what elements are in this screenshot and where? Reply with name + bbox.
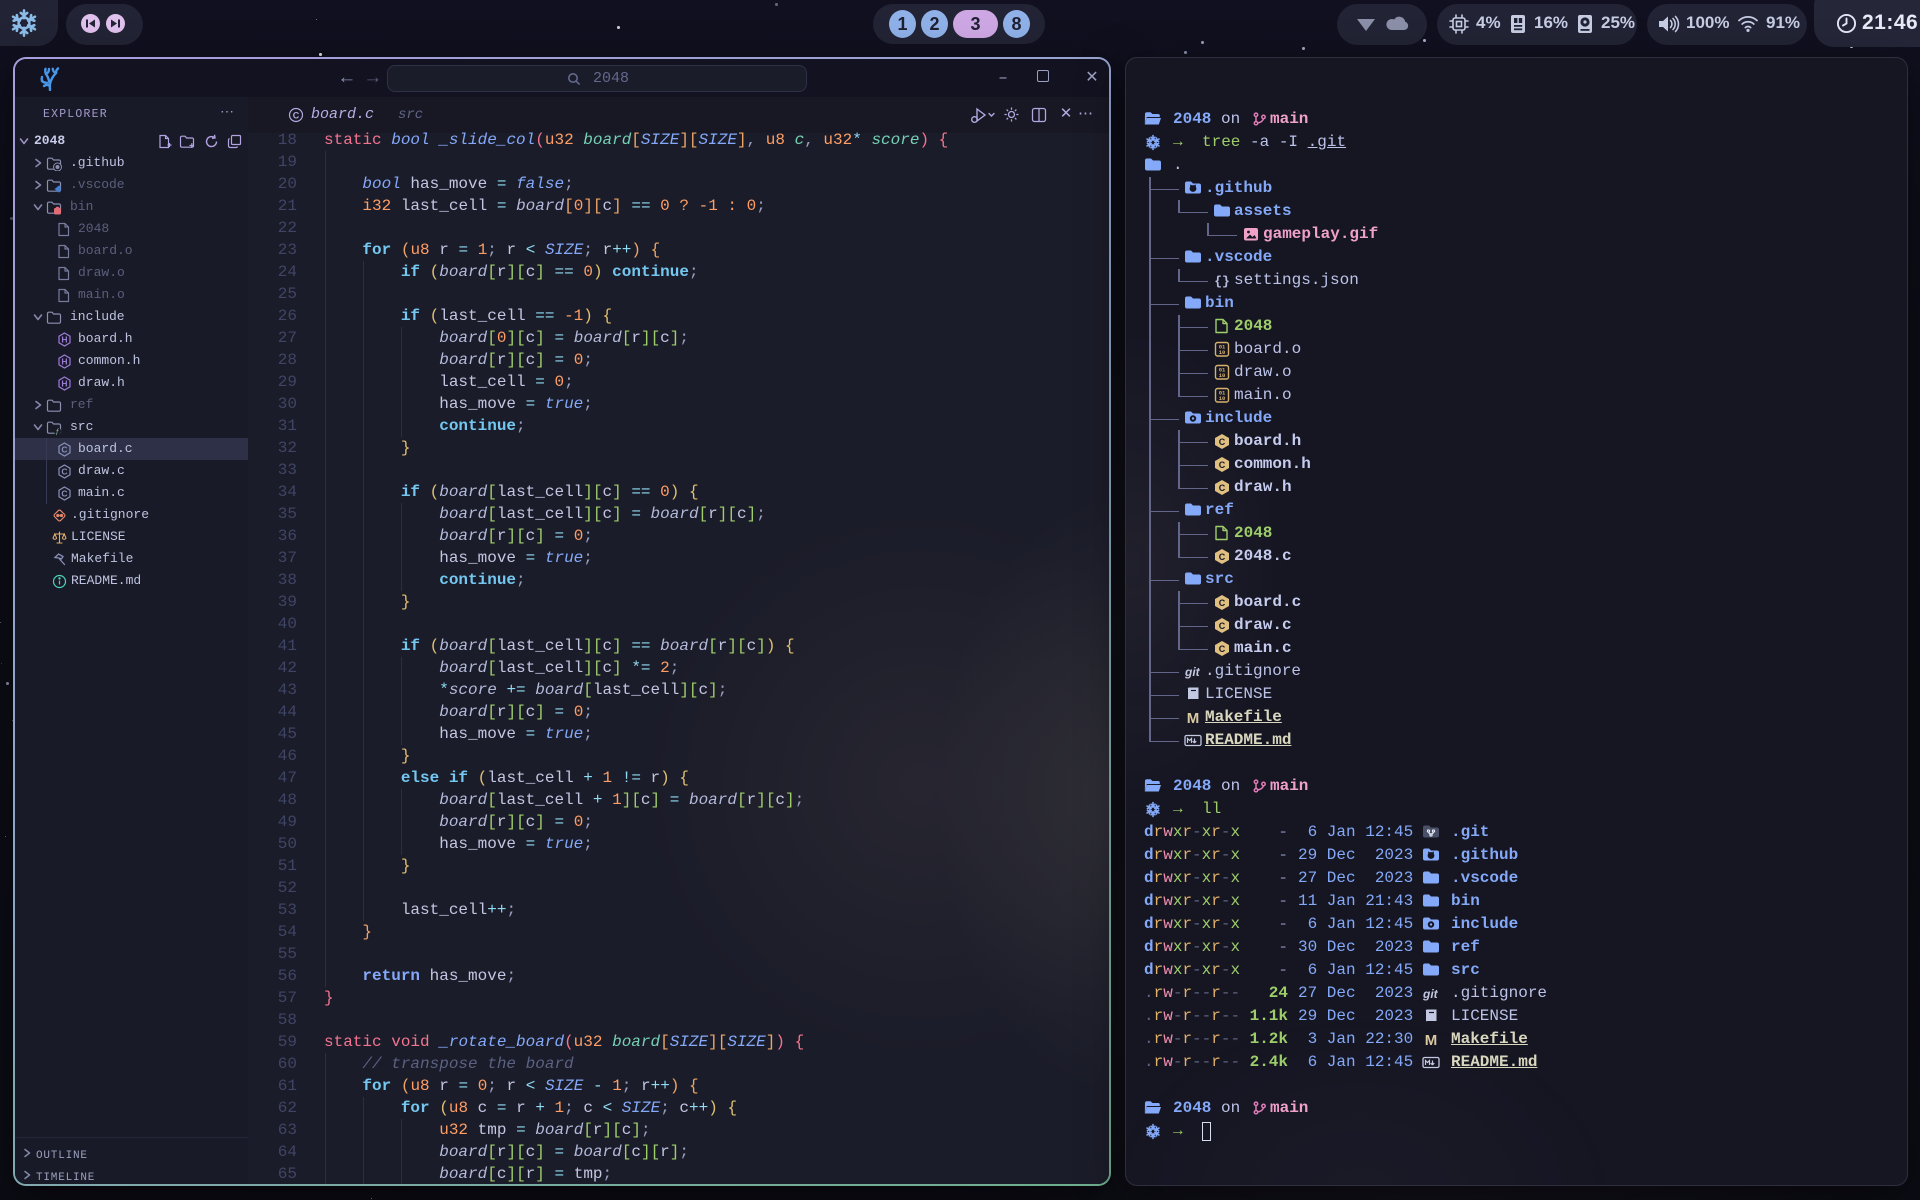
svg-text:M: M: [1187, 710, 1200, 725]
svg-text:C: C: [61, 467, 67, 477]
svg-text:H: H: [61, 357, 67, 367]
svg-text:10: 10: [1219, 372, 1226, 379]
svg-text:C: C: [1219, 483, 1226, 493]
svg-text:ƒ: ƒ: [55, 429, 59, 435]
svg-text:H: H: [61, 335, 67, 345]
svg-text:H: H: [61, 379, 67, 389]
svg-text:{}: {}: [1214, 274, 1230, 288]
svg-text:C: C: [1219, 644, 1226, 654]
svg-text:C: C: [1219, 460, 1226, 470]
svg-text:git: git: [1184, 665, 1201, 679]
svg-text:C: C: [1219, 598, 1226, 608]
svg-text:C: C: [61, 445, 67, 455]
svg-text:M: M: [1425, 1032, 1438, 1047]
svg-text:C: C: [293, 111, 300, 121]
svg-text:C: C: [1219, 437, 1226, 447]
svg-text:git: git: [1422, 987, 1439, 1001]
svg-text:10: 10: [1219, 395, 1226, 402]
svg-text:10: 10: [1219, 349, 1226, 356]
svg-text:C: C: [1219, 552, 1226, 562]
svg-text:C: C: [1219, 621, 1226, 631]
svg-text:C: C: [61, 489, 67, 499]
